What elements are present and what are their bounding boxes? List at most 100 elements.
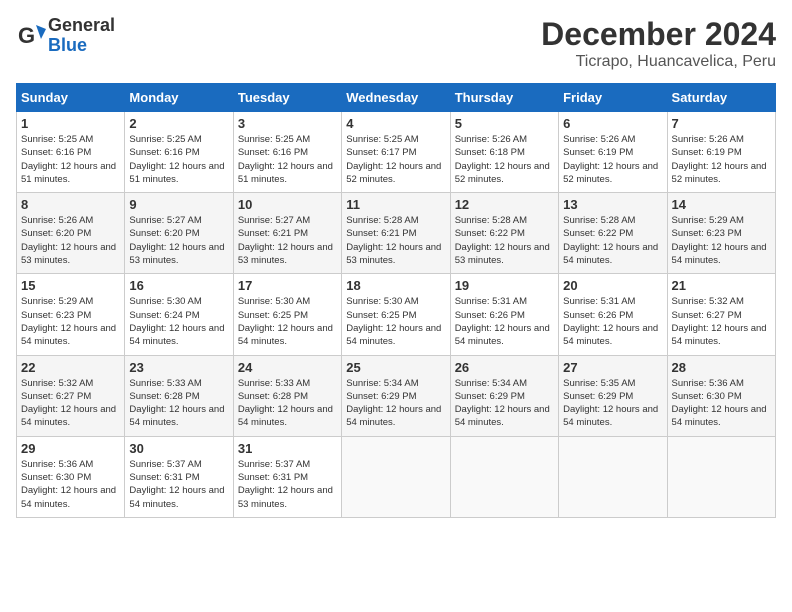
day-number: 30 [129,441,228,456]
day-info: Sunrise: 5:26 AMSunset: 6:18 PMDaylight:… [455,134,550,185]
calendar-day-cell: 5 Sunrise: 5:26 AMSunset: 6:18 PMDayligh… [450,112,558,193]
calendar-day-cell [342,436,450,517]
calendar-day-cell: 16 Sunrise: 5:30 AMSunset: 6:24 PMDaylig… [125,274,233,355]
day-info: Sunrise: 5:26 AMSunset: 6:19 PMDaylight:… [563,134,658,185]
logo-blue-text: Blue [48,36,115,56]
logo-icon: G [16,21,46,51]
calendar-week-row: 1 Sunrise: 5:25 AMSunset: 6:16 PMDayligh… [17,112,776,193]
day-number: 23 [129,360,228,375]
calendar-body: 1 Sunrise: 5:25 AMSunset: 6:16 PMDayligh… [17,112,776,518]
calendar-day-cell: 14 Sunrise: 5:29 AMSunset: 6:23 PMDaylig… [667,193,775,274]
calendar-day-cell: 19 Sunrise: 5:31 AMSunset: 6:26 PMDaylig… [450,274,558,355]
logo: G General Blue [16,16,115,56]
day-info: Sunrise: 5:35 AMSunset: 6:29 PMDaylight:… [563,378,658,429]
day-number: 3 [238,116,337,131]
calendar-day-cell: 20 Sunrise: 5:31 AMSunset: 6:26 PMDaylig… [559,274,667,355]
calendar-day-cell: 28 Sunrise: 5:36 AMSunset: 6:30 PMDaylig… [667,355,775,436]
day-number: 12 [455,197,554,212]
calendar-day-cell: 6 Sunrise: 5:26 AMSunset: 6:19 PMDayligh… [559,112,667,193]
calendar-day-cell: 30 Sunrise: 5:37 AMSunset: 6:31 PMDaylig… [125,436,233,517]
calendar-week-row: 8 Sunrise: 5:26 AMSunset: 6:20 PMDayligh… [17,193,776,274]
day-number: 24 [238,360,337,375]
day-info: Sunrise: 5:25 AMSunset: 6:16 PMDaylight:… [129,134,224,185]
header: G General Blue December 2024 Ticrapo, Hu… [16,16,776,71]
day-info: Sunrise: 5:31 AMSunset: 6:26 PMDaylight:… [563,296,658,347]
day-info: Sunrise: 5:36 AMSunset: 6:30 PMDaylight:… [672,378,767,429]
calendar-day-cell: 18 Sunrise: 5:30 AMSunset: 6:25 PMDaylig… [342,274,450,355]
day-number: 14 [672,197,771,212]
day-number: 28 [672,360,771,375]
calendar-week-row: 22 Sunrise: 5:32 AMSunset: 6:27 PMDaylig… [17,355,776,436]
day-number: 8 [21,197,120,212]
day-info: Sunrise: 5:37 AMSunset: 6:31 PMDaylight:… [238,459,333,510]
calendar-day-cell: 7 Sunrise: 5:26 AMSunset: 6:19 PMDayligh… [667,112,775,193]
day-number: 16 [129,278,228,293]
calendar-day-cell: 31 Sunrise: 5:37 AMSunset: 6:31 PMDaylig… [233,436,341,517]
day-number: 2 [129,116,228,131]
calendar-day-cell: 8 Sunrise: 5:26 AMSunset: 6:20 PMDayligh… [17,193,125,274]
day-number: 25 [346,360,445,375]
day-number: 6 [563,116,662,131]
day-info: Sunrise: 5:34 AMSunset: 6:29 PMDaylight:… [455,378,550,429]
day-info: Sunrise: 5:28 AMSunset: 6:21 PMDaylight:… [346,215,441,266]
calendar-day-cell: 13 Sunrise: 5:28 AMSunset: 6:22 PMDaylig… [559,193,667,274]
day-number: 5 [455,116,554,131]
day-number: 15 [21,278,120,293]
day-number: 19 [455,278,554,293]
day-info: Sunrise: 5:25 AMSunset: 6:17 PMDaylight:… [346,134,441,185]
calendar-table: SundayMondayTuesdayWednesdayThursdayFrid… [16,83,776,518]
calendar-day-cell: 11 Sunrise: 5:28 AMSunset: 6:21 PMDaylig… [342,193,450,274]
day-number: 1 [21,116,120,131]
day-number: 18 [346,278,445,293]
logo-text: General Blue [48,16,115,56]
day-info: Sunrise: 5:28 AMSunset: 6:22 PMDaylight:… [455,215,550,266]
day-info: Sunrise: 5:37 AMSunset: 6:31 PMDaylight:… [129,459,224,510]
calendar-day-cell: 29 Sunrise: 5:36 AMSunset: 6:30 PMDaylig… [17,436,125,517]
calendar-day-cell: 2 Sunrise: 5:25 AMSunset: 6:16 PMDayligh… [125,112,233,193]
day-number: 21 [672,278,771,293]
day-number: 7 [672,116,771,131]
weekday-header-row: SundayMondayTuesdayWednesdayThursdayFrid… [17,84,776,112]
logo-general-text: General [48,16,115,36]
calendar-day-cell: 9 Sunrise: 5:27 AMSunset: 6:20 PMDayligh… [125,193,233,274]
calendar-day-cell: 12 Sunrise: 5:28 AMSunset: 6:22 PMDaylig… [450,193,558,274]
day-info: Sunrise: 5:26 AMSunset: 6:20 PMDaylight:… [21,215,116,266]
day-info: Sunrise: 5:34 AMSunset: 6:29 PMDaylight:… [346,378,441,429]
calendar-day-cell: 22 Sunrise: 5:32 AMSunset: 6:27 PMDaylig… [17,355,125,436]
day-info: Sunrise: 5:28 AMSunset: 6:22 PMDaylight:… [563,215,658,266]
calendar-week-row: 15 Sunrise: 5:29 AMSunset: 6:23 PMDaylig… [17,274,776,355]
day-number: 31 [238,441,337,456]
calendar-day-cell: 23 Sunrise: 5:33 AMSunset: 6:28 PMDaylig… [125,355,233,436]
weekday-header-cell: Thursday [450,84,558,112]
weekday-header-cell: Tuesday [233,84,341,112]
day-number: 10 [238,197,337,212]
svg-text:G: G [18,23,35,48]
day-info: Sunrise: 5:33 AMSunset: 6:28 PMDaylight:… [129,378,224,429]
day-info: Sunrise: 5:30 AMSunset: 6:24 PMDaylight:… [129,296,224,347]
day-info: Sunrise: 5:32 AMSunset: 6:27 PMDaylight:… [672,296,767,347]
location-title: Ticrapo, Huancavelica, Peru [541,53,776,71]
calendar-day-cell: 4 Sunrise: 5:25 AMSunset: 6:17 PMDayligh… [342,112,450,193]
day-number: 20 [563,278,662,293]
day-number: 11 [346,197,445,212]
day-info: Sunrise: 5:29 AMSunset: 6:23 PMDaylight:… [21,296,116,347]
weekday-header-cell: Wednesday [342,84,450,112]
day-info: Sunrise: 5:25 AMSunset: 6:16 PMDaylight:… [21,134,116,185]
day-number: 22 [21,360,120,375]
calendar-day-cell: 21 Sunrise: 5:32 AMSunset: 6:27 PMDaylig… [667,274,775,355]
weekday-header-cell: Monday [125,84,233,112]
weekday-header-cell: Saturday [667,84,775,112]
day-number: 9 [129,197,228,212]
calendar-day-cell: 24 Sunrise: 5:33 AMSunset: 6:28 PMDaylig… [233,355,341,436]
day-number: 13 [563,197,662,212]
day-number: 29 [21,441,120,456]
calendar-day-cell [559,436,667,517]
month-title: December 2024 [541,16,776,53]
calendar-day-cell: 27 Sunrise: 5:35 AMSunset: 6:29 PMDaylig… [559,355,667,436]
day-info: Sunrise: 5:25 AMSunset: 6:16 PMDaylight:… [238,134,333,185]
calendar-day-cell [667,436,775,517]
day-info: Sunrise: 5:33 AMSunset: 6:28 PMDaylight:… [238,378,333,429]
day-number: 27 [563,360,662,375]
weekday-header-cell: Friday [559,84,667,112]
weekday-header-cell: Sunday [17,84,125,112]
